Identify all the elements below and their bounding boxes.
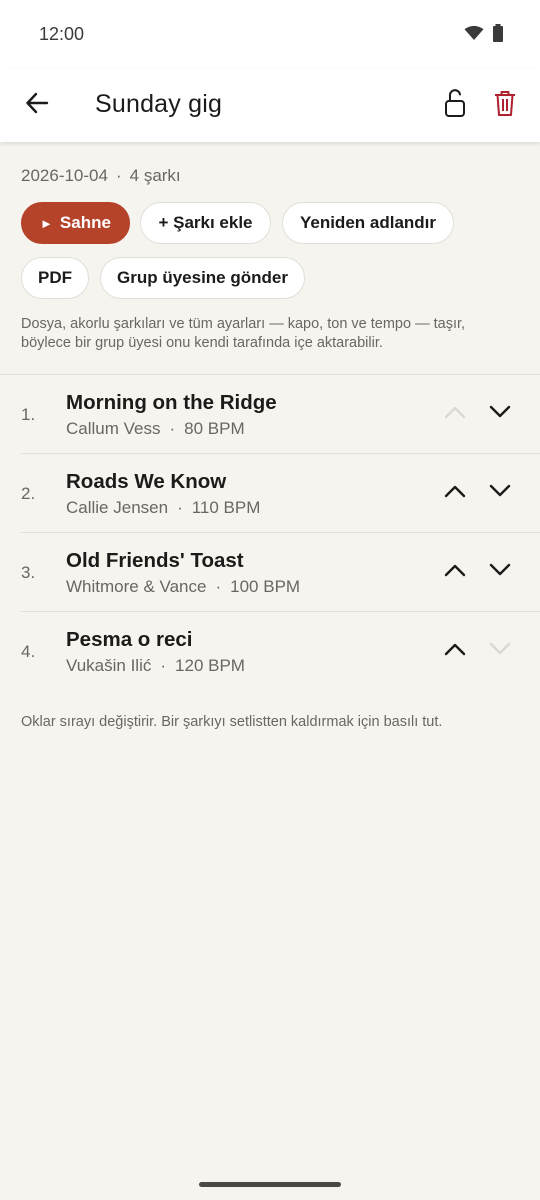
add-song-label: + Şarkı ekle xyxy=(158,213,253,232)
move-down-button[interactable] xyxy=(485,636,515,666)
move-down-button[interactable] xyxy=(485,399,515,429)
send-to-member-label: Grup üyesine gönder xyxy=(117,268,288,287)
subtitle-separator: · xyxy=(177,498,183,517)
setlist-meta: 2026-10-04 · 4 şarkı xyxy=(21,166,181,186)
song-bpm: 100 BPM xyxy=(230,577,301,596)
song-title: Pesma o reci xyxy=(66,628,193,651)
play-icon: ► xyxy=(40,215,53,231)
back-button[interactable] xyxy=(22,90,52,120)
chevron-up-icon xyxy=(443,641,467,662)
song-number: 1. xyxy=(21,405,36,424)
song-subtitle: Callum Vess · 80 BPM xyxy=(66,419,245,439)
arrow-left-icon xyxy=(24,90,50,121)
chevron-down-icon xyxy=(488,483,512,504)
move-up-button[interactable] xyxy=(440,399,470,429)
song-number: 4. xyxy=(21,642,36,661)
subtitle-separator: · xyxy=(169,419,176,438)
add-song-button[interactable]: + Şarkı ekle xyxy=(140,202,271,244)
chevron-up-icon xyxy=(443,483,467,504)
lock-open-icon xyxy=(443,88,467,123)
send-to-member-button[interactable]: Grup üyesine gönder xyxy=(100,257,305,299)
move-up-button[interactable] xyxy=(440,636,470,666)
song-row[interactable]: 4. Pesma o reci Vukašin Ilić · 120 BPM xyxy=(0,612,540,691)
song-bpm: 110 BPM xyxy=(191,498,261,517)
song-row[interactable]: 2. Roads We Know Callie Jensen · 110 BPM xyxy=(0,454,540,533)
app-bar: Sunday gig xyxy=(0,68,540,142)
song-artist: Callum Vess xyxy=(66,419,161,438)
song-row[interactable]: 3. Old Friends' Toast Whitmore & Vance · 1… xyxy=(0,533,540,612)
setlist-date: 2026-10-04 xyxy=(21,166,108,185)
meta-separator: · xyxy=(115,166,122,185)
battery-icon xyxy=(492,24,504,47)
move-down-button[interactable] xyxy=(485,478,515,508)
song-artist: Callie Jensen xyxy=(66,498,169,517)
page-title: Sunday gig xyxy=(95,90,223,118)
song-number: 2. xyxy=(21,484,36,503)
status-icons xyxy=(464,24,504,47)
song-bpm: 120 BPM xyxy=(175,656,245,675)
subtitle-separator: · xyxy=(160,656,167,675)
song-subtitle: Callie Jensen · 110 BPM xyxy=(66,498,260,518)
song-list: 1. Morning on the Ridge Callum Vess · 80 B… xyxy=(0,375,540,691)
song-title: Old Friends' Toast xyxy=(66,549,244,572)
song-row[interactable]: 1. Morning on the Ridge Callum Vess · 80 B… xyxy=(0,375,540,454)
song-title: Morning on the Ridge xyxy=(66,391,277,414)
rename-label: Yeniden adlandır xyxy=(299,213,437,232)
stage-button[interactable]: ► Sahne xyxy=(21,202,130,244)
stage-label: Sahne xyxy=(59,213,111,232)
song-bpm: 80 BPM xyxy=(184,419,245,438)
gesture-nav-handle[interactable] xyxy=(199,1182,341,1187)
lock-button[interactable] xyxy=(440,88,470,122)
setlist-song-count: 4 şarkı xyxy=(129,166,181,185)
status-time: 12:00 xyxy=(39,24,85,44)
rename-button[interactable]: Yeniden adlandır xyxy=(282,202,454,244)
chevron-down-icon xyxy=(488,404,512,425)
chevron-down-icon xyxy=(488,562,512,583)
chevron-up-icon xyxy=(443,404,467,425)
pdf-button[interactable]: PDF xyxy=(21,257,89,299)
song-number: 3. xyxy=(21,563,36,582)
delete-setlist-button[interactable] xyxy=(490,88,520,122)
status-bar: 12:00 xyxy=(0,0,540,68)
share-hint: Dosya, akorlu şarkıları ve tüm ayarları … xyxy=(21,316,466,351)
chevron-up-icon xyxy=(443,562,467,583)
song-title: Roads We Know xyxy=(66,470,227,493)
chevron-down-icon xyxy=(488,641,512,662)
trash-icon xyxy=(493,89,517,122)
song-subtitle: Vukašin Ilić · 120 BPM xyxy=(66,656,245,676)
move-up-button[interactable] xyxy=(440,478,470,508)
song-artist: Vukašin Ilić xyxy=(66,656,152,675)
move-up-button[interactable] xyxy=(440,557,470,587)
pdf-label: PDF xyxy=(38,268,72,287)
subtitle-separator: · xyxy=(215,577,222,596)
song-artist: Whitmore & Vance xyxy=(66,577,207,596)
move-down-button[interactable] xyxy=(485,557,515,587)
reorder-hint: Oklar sırayı değiştirir. Bir şarkıyı set… xyxy=(21,714,443,730)
song-subtitle: Whitmore & Vance · 100 BPM xyxy=(66,577,300,597)
wifi-icon xyxy=(464,25,484,46)
